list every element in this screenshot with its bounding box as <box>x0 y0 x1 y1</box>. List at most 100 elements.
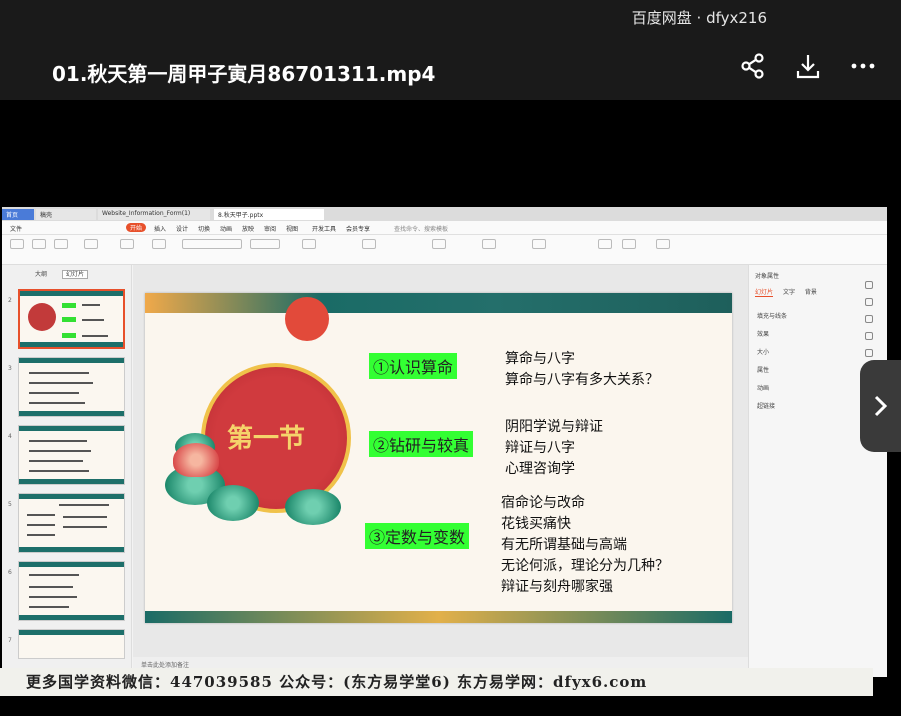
menu-home[interactable]: 开始 <box>126 223 147 232</box>
item-text: 辩证与刻舟哪家强 <box>501 579 613 595</box>
thumb-pane-tabs: 大纲 幻灯片 <box>32 269 98 279</box>
slide-thumb-7[interactable] <box>18 629 125 659</box>
menu-insert[interactable]: 插入 <box>154 224 166 233</box>
section-label-1[interactable]: ①认识算命 <box>369 353 458 379</box>
tool-cut[interactable] <box>32 239 46 249</box>
command-search[interactable]: 查找命令、搜索模板 <box>394 224 448 233</box>
menu-member[interactable]: 会员专享 <box>346 224 370 233</box>
menu-devtools[interactable]: 开发工具 <box>312 224 336 233</box>
tool-play[interactable] <box>84 239 98 249</box>
thumb-circle <box>28 303 56 331</box>
side-tool-icon[interactable] <box>865 315 873 323</box>
tab-outline[interactable]: 大纲 <box>32 271 50 278</box>
thumb-number: 7 <box>8 637 12 644</box>
thumb-number: 2 <box>8 297 12 304</box>
slide-thumb-6[interactable] <box>18 561 125 621</box>
current-slide: 第一节 ①认识算命 算命与八字 算命与八字有多大关系？ ②钻研与较真 阴阳学说与… <box>145 293 732 623</box>
ribbon-menu: 文件 开始 插入 设计 切换 动画 放映 审阅 视图 开发工具 会员专享 查找命… <box>2 221 887 235</box>
prop-hyperlink[interactable]: 超链接 <box>757 401 775 410</box>
menu-animation[interactable]: 动画 <box>220 224 232 233</box>
tab-doc[interactable]: 稿壳 <box>36 209 96 220</box>
decorative-sun <box>285 297 329 341</box>
chevron-right-icon <box>874 395 888 417</box>
menu-slideshow[interactable]: 放映 <box>242 224 254 233</box>
screen-capture: 首页 稿壳 Website_Information_Form(1) 8.秋天甲子… <box>2 207 887 677</box>
prop-effect[interactable]: 效果 <box>757 329 769 338</box>
video-title: 01.秋天第一周甲子寅月86701311.mp4 <box>52 62 436 86</box>
slide-thumb-3[interactable] <box>18 357 125 417</box>
thumb-number: 5 <box>8 501 12 508</box>
section-title[interactable]: 第一节 <box>227 418 305 455</box>
menu-view[interactable]: 视图 <box>286 224 298 233</box>
lotus-leaf <box>285 489 341 525</box>
section-items-1[interactable]: 算命与八字 算命与八字有多大关系？ <box>505 349 659 391</box>
section-label-2[interactable]: ②钻研与较真 <box>369 431 474 457</box>
item-text: 算命与八字有多大关系？ <box>505 372 659 388</box>
side-tool-icon[interactable] <box>865 298 873 306</box>
tab-slides[interactable]: 幻灯片 <box>61 270 88 279</box>
more-icon[interactable] <box>849 52 877 80</box>
item-text: 算命与八字 <box>505 351 575 367</box>
slide-thumb-2[interactable] <box>18 289 125 349</box>
tool-paste[interactable] <box>54 239 68 249</box>
menu-design[interactable]: 设计 <box>176 224 188 233</box>
screen: 百度网盘 · dfyx216 01.秋天第一周甲子寅月86701311.mp4 … <box>0 0 901 716</box>
tab-background-props[interactable]: 背景 <box>805 289 817 296</box>
download-icon[interactable] <box>794 52 822 80</box>
tool-new-slide[interactable] <box>120 239 134 249</box>
tool-font-size[interactable] <box>250 239 280 249</box>
browser-tabbar: 首页 稿壳 Website_Information_Form(1) 8.秋天甲子… <box>2 207 887 221</box>
lotus-leaf <box>207 485 259 521</box>
slide-editor: 第一节 ①认识算命 算命与八字 算命与八字有多大关系？ ②钻研与较真 阴阳学说与… <box>133 265 748 677</box>
tool-arrange[interactable] <box>532 239 546 249</box>
tool-find[interactable] <box>622 239 636 249</box>
thumb-number: 6 <box>8 569 12 576</box>
tab-text-props[interactable]: 文字 <box>783 289 795 296</box>
lotus-flower <box>173 443 219 477</box>
tool-textbox[interactable] <box>432 239 446 249</box>
prop-size[interactable]: 大小 <box>757 347 769 356</box>
tab-slide-props[interactable]: 幻灯片 <box>755 289 774 297</box>
tab-pptx[interactable]: 8.秋天甲子.pptx <box>214 209 324 220</box>
slide-thumbnail-pane: 大纲 幻灯片 2 3 4 5 6 7 <box>2 265 132 677</box>
ribbon-toolbar <box>2 235 887 265</box>
property-pane: 对象属性 幻灯片 文字 背景 填充与线条 效果 大小 属性 动画 超链接 <box>748 265 887 677</box>
item-text: 无论何派，理论分为几种？ <box>501 558 669 574</box>
property-pane-title: 对象属性 <box>755 273 780 280</box>
tool-select[interactable] <box>598 239 612 249</box>
menu-file[interactable]: 文件 <box>10 224 22 233</box>
section-label-3[interactable]: ③定数与变数 <box>365 523 470 549</box>
item-text: 心理咨询学 <box>505 461 575 477</box>
tool-font-select[interactable] <box>182 239 242 249</box>
slide-thumb-4[interactable] <box>18 425 125 485</box>
prop-animation[interactable]: 动画 <box>757 383 769 392</box>
tool-layout[interactable] <box>152 239 166 249</box>
side-tool-icon[interactable] <box>865 332 873 340</box>
tool-shape[interactable] <box>482 239 496 249</box>
item-text: 宿命论与改命 <box>501 495 585 511</box>
section-items-2[interactable]: 阴阳学说与辩证 辩证与八字 心理咨询学 <box>505 417 603 480</box>
tab-website-form[interactable]: Website_Information_Form(1) <box>98 209 210 220</box>
side-tool-icon[interactable] <box>865 281 873 289</box>
menu-review[interactable]: 审阅 <box>264 224 276 233</box>
prop-attr[interactable]: 属性 <box>757 365 769 374</box>
video-header: 百度网盘 · dfyx216 01.秋天第一周甲子寅月86701311.mp4 <box>0 0 901 100</box>
thumb-number: 4 <box>8 433 12 440</box>
menu-transition[interactable]: 切换 <box>198 224 210 233</box>
prop-fill-line[interactable]: 填充与线条 <box>757 311 787 320</box>
tool-bullets[interactable] <box>302 239 316 249</box>
tool-align[interactable] <box>362 239 376 249</box>
side-tool-icon[interactable] <box>865 349 873 357</box>
item-text: 有无所谓基础与高端 <box>501 537 627 553</box>
section-items-3[interactable]: 宿命论与改命 花钱买痛快 有无所谓基础与高端 无论何派，理论分为几种？ 辩证与刻… <box>501 493 669 598</box>
watermark: 百度网盘 · dfyx216 <box>631 9 767 27</box>
item-text: 花钱买痛快 <box>501 516 571 532</box>
slide-thumb-5[interactable] <box>18 493 125 553</box>
decorative-top-band <box>145 293 732 313</box>
tool-replace[interactable] <box>656 239 670 249</box>
thumb-number: 3 <box>8 365 12 372</box>
share-icon[interactable] <box>739 52 767 80</box>
next-arrow-button[interactable] <box>860 360 901 452</box>
tool-format-painter[interactable] <box>10 239 24 249</box>
tab-home[interactable]: 首页 <box>2 209 34 220</box>
